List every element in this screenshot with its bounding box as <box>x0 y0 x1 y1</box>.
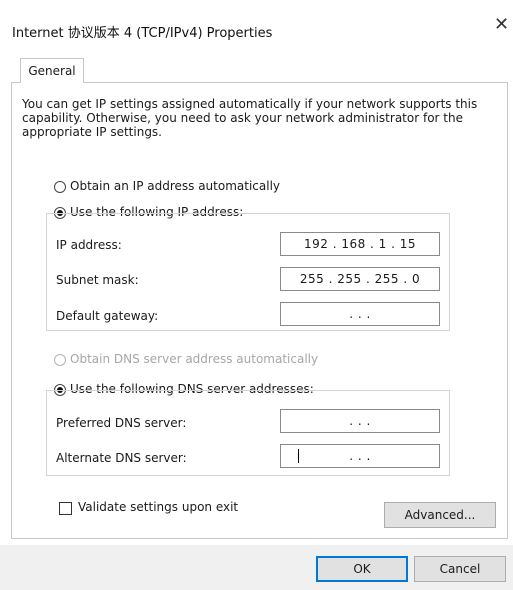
dns-auto-radio[interactable] <box>54 354 66 366</box>
validate-label[interactable]: Validate settings upon exit <box>78 500 238 514</box>
window-title: Internet 协议版本 4 (TCP/IPv4) Properties <box>12 26 273 41</box>
alternate-dns-input[interactable]: . . . <box>280 444 440 468</box>
tab-general[interactable]: General <box>20 58 84 83</box>
ip-auto-label[interactable]: Obtain an IP address automatically <box>70 179 280 193</box>
description-text: You can get IP settings assigned automat… <box>22 97 478 139</box>
validate-checkbox[interactable] <box>59 502 72 515</box>
ip-address-label: IP address: <box>56 238 122 252</box>
ok-button[interactable]: OK <box>316 556 408 582</box>
preferred-dns-label: Preferred DNS server: <box>56 416 187 430</box>
subnet-mask-label: Subnet mask: <box>56 273 139 287</box>
default-gateway-input[interactable]: . . . <box>280 302 440 326</box>
dns-auto-label[interactable]: Obtain DNS server address automatically <box>70 352 318 366</box>
preferred-dns-input[interactable]: . . . <box>280 409 440 433</box>
ip-address-input[interactable]: 192 . 168 . 1 . 15 <box>280 232 440 256</box>
close-icon[interactable]: ✕ <box>494 16 509 34</box>
text-cursor <box>298 449 299 463</box>
ip-auto-radio[interactable] <box>54 181 66 193</box>
cancel-button[interactable]: Cancel <box>414 556 506 582</box>
default-gateway-label: Default gateway: <box>56 309 159 323</box>
advanced-button[interactable]: Advanced... <box>384 502 496 528</box>
alternate-dns-label: Alternate DNS server: <box>56 451 187 465</box>
subnet-mask-input[interactable]: 255 . 255 . 255 . 0 <box>280 267 440 291</box>
